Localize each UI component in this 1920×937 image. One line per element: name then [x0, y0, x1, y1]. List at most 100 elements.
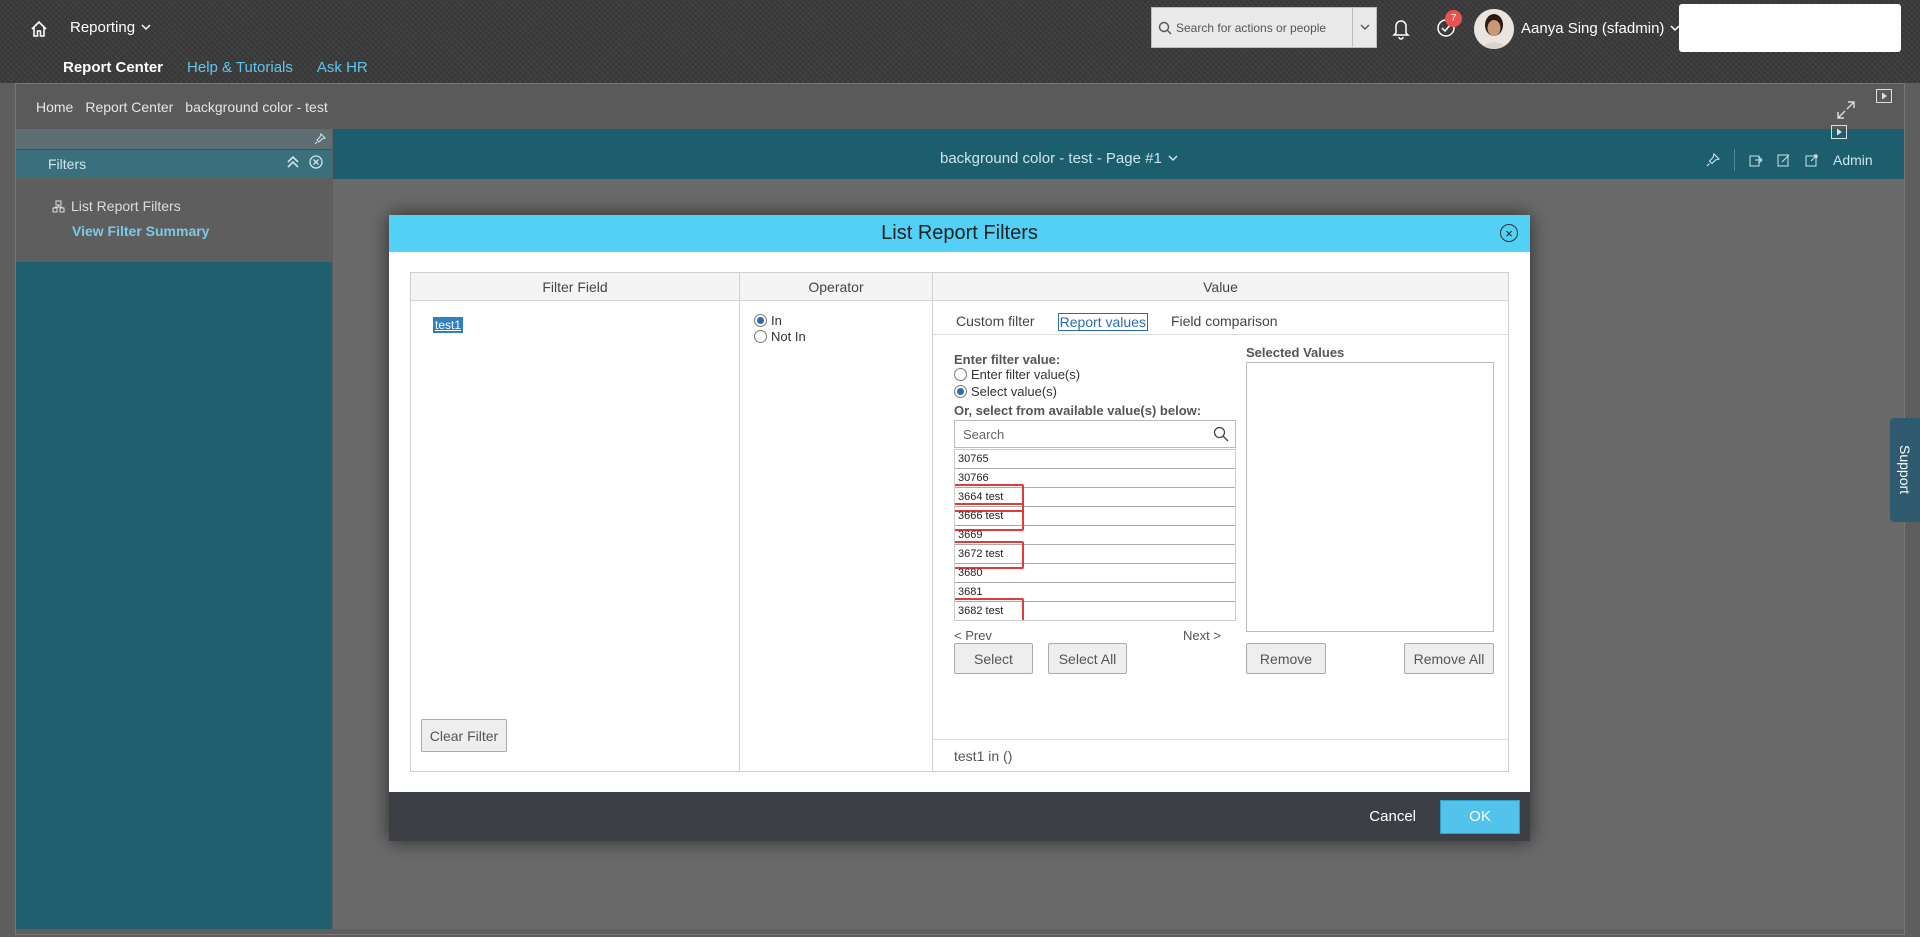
filters-header: Filters: [16, 150, 332, 178]
available-values-label: Or, select from available value(s) below…: [954, 403, 1202, 418]
operator-column: Operator In Not In: [740, 273, 933, 771]
view-filter-summary-link[interactable]: View Filter Summary: [72, 223, 209, 239]
value-header: Value: [933, 273, 1508, 301]
values-search[interactable]: Search: [954, 420, 1236, 448]
global-search[interactable]: Search for actions or people: [1151, 7, 1377, 48]
list-item[interactable]: 3666 test: [955, 503, 1235, 531]
share-icon[interactable]: [1805, 153, 1819, 167]
close-icon[interactable]: ×: [1500, 224, 1518, 242]
pin-icon[interactable]: [1706, 153, 1720, 167]
search-icon[interactable]: [1213, 426, 1229, 442]
clear-filters-icon[interactable]: [308, 154, 324, 170]
dialog-footer: Cancel OK: [389, 792, 1530, 841]
sub-navigation: Report Center Help & Tutorials Ask HR: [63, 59, 368, 76]
support-tab[interactable]: Support: [1890, 418, 1920, 522]
pin-strip: [16, 129, 332, 149]
subnav-ask-hr[interactable]: Ask HR: [317, 59, 368, 76]
selected-values-label: Selected Values: [1246, 345, 1345, 360]
list-report-filters-dialog: List Report Filters × Filter Field test1…: [389, 215, 1530, 841]
operator-not-in-option[interactable]: Not In: [754, 329, 806, 344]
user-avatar[interactable]: [1474, 9, 1514, 49]
cancel-button[interactable]: Cancel: [1369, 808, 1416, 825]
radio-button[interactable]: [754, 314, 767, 327]
filter-field-column: Filter Field test1 Clear Filter: [411, 273, 740, 771]
chevron-down-icon: [1168, 155, 1178, 162]
mode-enter-values-label: Enter filter value(s): [971, 367, 1081, 382]
operator-not-in-label: Not In: [771, 329, 806, 344]
export-icon[interactable]: [1749, 153, 1763, 167]
clear-filter-button[interactable]: Clear Filter: [421, 719, 507, 752]
todo-count-badge: 7: [1445, 10, 1462, 27]
value-column: Value Custom filter Report values Field …: [933, 273, 1508, 771]
next-page-link[interactable]: Next >: [1183, 628, 1221, 643]
breadcrumb-report-center[interactable]: Report Center: [85, 99, 173, 115]
fullscreen-icon[interactable]: [1836, 100, 1856, 120]
value-tabs: Custom filter Report values Field compar…: [955, 313, 1279, 331]
hierarchy-icon: [52, 200, 65, 212]
remove-button[interactable]: Remove: [1246, 643, 1326, 674]
breadcrumb-home[interactable]: Home: [36, 99, 73, 115]
available-values-list: 30765 30766 3664 test 3666 test 3669 367…: [954, 449, 1236, 621]
admin-label[interactable]: Admin: [1833, 152, 1873, 168]
toolbar-divider: [1734, 149, 1735, 171]
mode-enter-values-option[interactable]: Enter filter value(s): [954, 367, 1080, 382]
user-name: Aanya Sing (sfadmin): [1521, 20, 1665, 37]
list-item[interactable]: 30765: [955, 450, 1235, 469]
operator-in-option[interactable]: In: [754, 313, 782, 328]
subnav-report-center[interactable]: Report Center: [63, 59, 163, 76]
play-icon[interactable]: [1831, 125, 1847, 139]
app-title: Reporting: [70, 19, 136, 36]
filter-field-item[interactable]: test1: [433, 317, 464, 333]
report-page-title: background color - test - Page #1: [940, 150, 1162, 167]
user-menu[interactable]: Aanya Sing (sfadmin): [1521, 20, 1680, 37]
tab-report-values[interactable]: Report values: [1057, 313, 1148, 331]
tab-custom-filter[interactable]: Custom filter: [955, 313, 1036, 331]
list-item[interactable]: 3680: [955, 564, 1235, 583]
report-tools: Admin: [1706, 149, 1873, 171]
select-all-button[interactable]: Select All: [1048, 643, 1127, 674]
dialog-header: List Report Filters ×: [389, 215, 1530, 252]
tab-divider: [933, 334, 1508, 335]
subnav-help-tutorials[interactable]: Help & Tutorials: [187, 59, 293, 76]
report-page-selector[interactable]: background color - test - Page #1: [940, 150, 1178, 167]
enter-filter-value-label: Enter filter value:: [954, 352, 1061, 367]
pin-icon[interactable]: [314, 133, 326, 145]
ok-button[interactable]: OK: [1440, 799, 1520, 834]
home-icon[interactable]: [24, 14, 54, 44]
radio-button[interactable]: [954, 385, 967, 398]
company-logo-area: [1679, 4, 1901, 52]
list-item[interactable]: 3672 test: [955, 541, 1235, 569]
list-report-filters-link[interactable]: List Report Filters: [52, 198, 181, 214]
collapse-up-icon[interactable]: [286, 154, 300, 170]
filters-title: Filters: [48, 156, 87, 172]
filter-links-area: [16, 178, 332, 262]
search-icon: [1158, 21, 1172, 34]
radio-button[interactable]: [954, 368, 967, 381]
notifications-bell-icon[interactable]: [1388, 14, 1414, 42]
edit-icon[interactable]: [1777, 153, 1791, 167]
values-search-input[interactable]: Search: [963, 427, 1004, 442]
global-search-input[interactable]: Search for actions or people: [1172, 21, 1352, 35]
radio-button[interactable]: [754, 330, 767, 343]
mode-select-values-option[interactable]: Select value(s): [954, 384, 1057, 399]
list-item[interactable]: 3682 test: [955, 598, 1235, 620]
operator-header: Operator: [740, 273, 932, 301]
chevron-down-icon: [141, 24, 151, 31]
prev-page-link[interactable]: < Prev: [954, 628, 992, 643]
search-dropdown-button[interactable]: [1352, 8, 1376, 47]
dialog-body: Filter Field test1 Clear Filter Operator…: [410, 272, 1509, 772]
filters-header-actions: [286, 154, 324, 170]
chevron-down-icon: [1360, 24, 1369, 30]
breadcrumb-current: background color - test: [185, 98, 328, 115]
tab-field-comparison[interactable]: Field comparison: [1170, 313, 1279, 331]
operator-in-label: In: [771, 313, 782, 328]
mode-select-values-label: Select value(s): [971, 384, 1057, 399]
filter-expression: test1 in (): [933, 739, 1508, 771]
select-button[interactable]: Select: [954, 643, 1033, 674]
play-icon[interactable]: [1876, 89, 1892, 103]
filter-field-header: Filter Field: [411, 273, 739, 301]
selected-values-list[interactable]: [1246, 362, 1494, 632]
app-title-menu[interactable]: Reporting: [70, 19, 151, 36]
remove-all-button[interactable]: Remove All: [1404, 643, 1494, 674]
breadcrumb: Home Report Center background color - te…: [16, 84, 1904, 129]
